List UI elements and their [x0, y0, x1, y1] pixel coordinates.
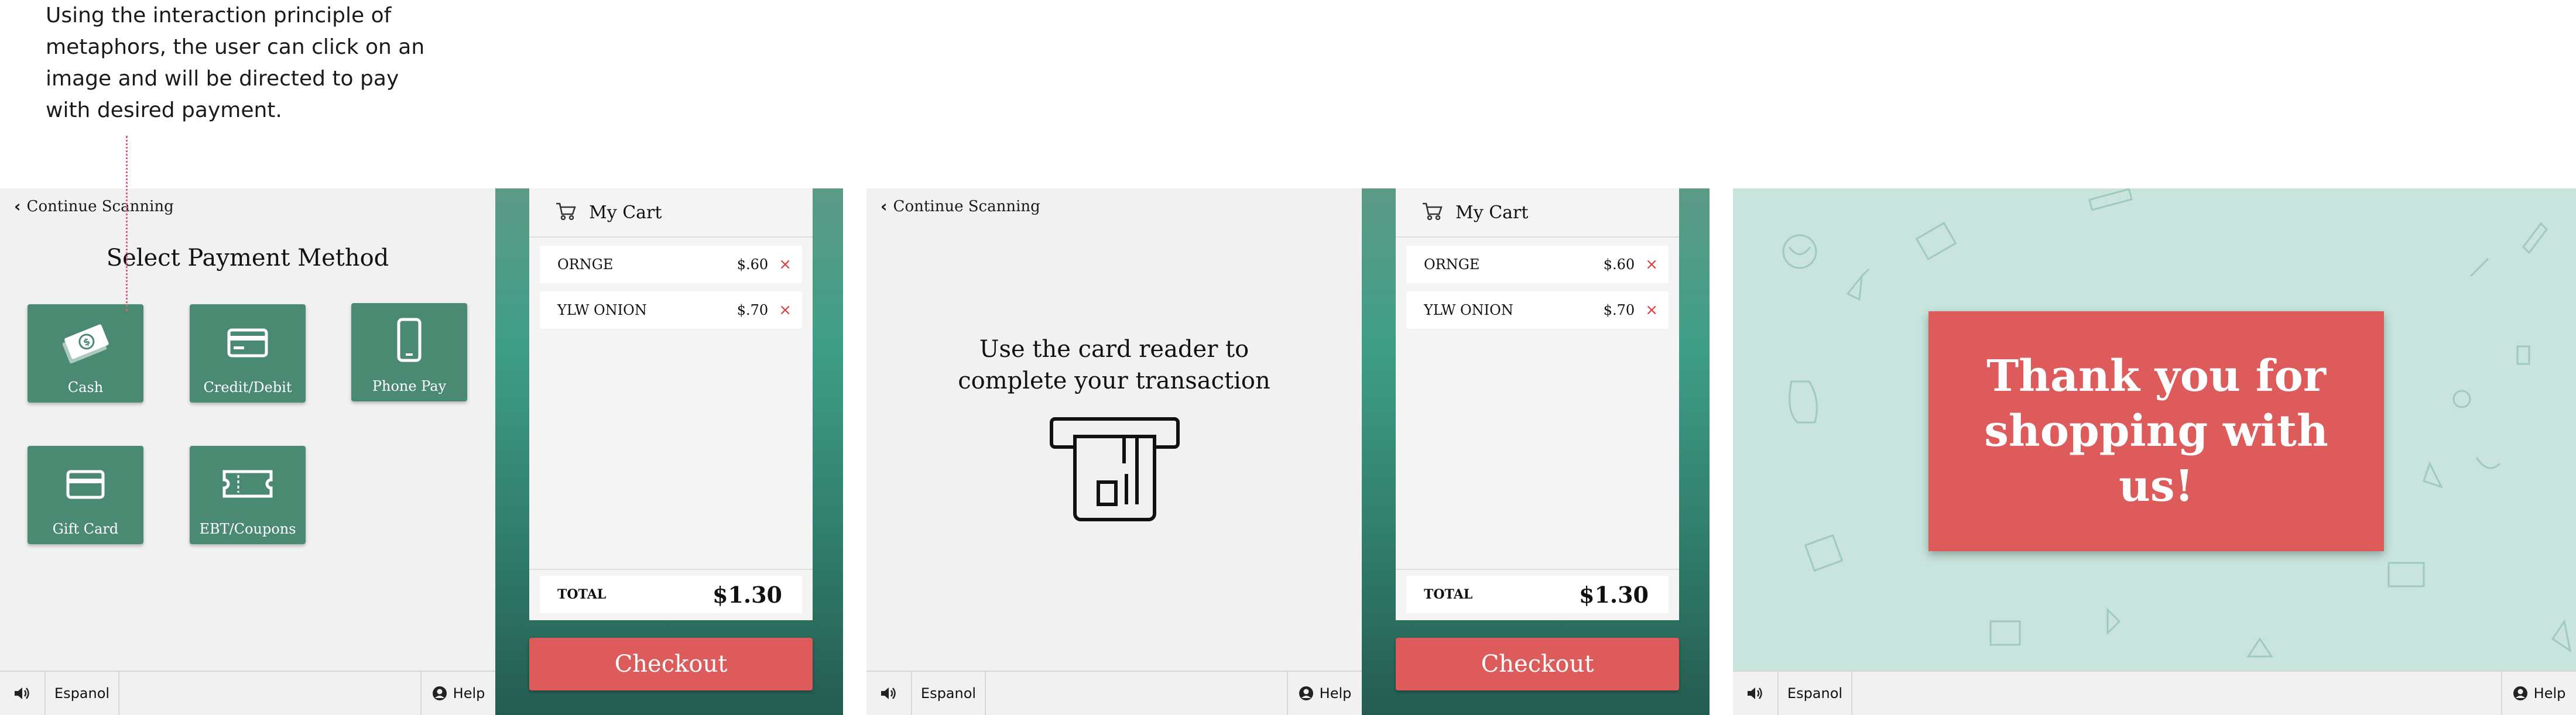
cart-panel: My Cart ORNGE $.60 × YLW ONION $.70 × TO… [529, 188, 813, 620]
payment-option-label: Credit/Debit [203, 379, 292, 396]
payment-option-credit-debit[interactable]: Credit/Debit [190, 304, 306, 403]
item-name: ORNGE [1424, 256, 1480, 273]
credit-card-icon [190, 322, 306, 363]
checkout-button[interactable]: Checkout [1396, 638, 1679, 690]
payment-option-label: Cash [67, 379, 104, 396]
footer-bar: Espanol Help [1733, 671, 2576, 715]
message-line: complete your transaction [958, 367, 1270, 394]
user-circle-icon [432, 686, 447, 700]
cart-panel: My Cart ORNGE $.60 × YLW ONION $.70 × TO… [1396, 188, 1679, 620]
cash-icon: $ [28, 322, 143, 367]
total-value: $1.30 [712, 581, 782, 608]
cart-title: My Cart [589, 202, 662, 223]
remove-item-icon[interactable]: × [779, 256, 792, 273]
card-reader-icon [1049, 417, 1180, 524]
shopping-cart-icon [555, 201, 577, 224]
cart-item: YLW ONION $.70 × [1406, 291, 1669, 329]
item-name: YLW ONION [1424, 302, 1513, 318]
payment-option-label: Gift Card [52, 521, 119, 537]
footer-bar: Espanol Help [866, 671, 1362, 715]
volume-button[interactable] [0, 672, 46, 715]
item-price: $.70 [1603, 302, 1635, 318]
message-line: Use the card reader to [979, 336, 1249, 363]
page-title: Select Payment Method [106, 245, 389, 271]
coupon-icon [190, 463, 306, 504]
item-name: ORNGE [557, 256, 614, 273]
total-label: TOTAL [1424, 587, 1473, 602]
total-row: TOTAL $1.30 [1406, 576, 1669, 613]
help-label: Help [453, 685, 485, 702]
payment-option-gift-card[interactable]: Gift Card [28, 446, 143, 544]
language-button[interactable]: Espanol [912, 672, 986, 715]
total-label: TOTAL [557, 587, 607, 602]
remove-item-icon[interactable]: × [1645, 301, 1658, 319]
speaker-icon [1748, 688, 1762, 699]
checkout-button[interactable]: Checkout [529, 638, 813, 690]
item-name: YLW ONION [557, 302, 647, 318]
annotation-line: metaphors, the user can click on an [46, 35, 425, 59]
language-button[interactable]: Espanol [46, 672, 119, 715]
cart-header: My Cart [529, 188, 813, 238]
speaker-icon [15, 688, 29, 699]
language-button[interactable]: Espanol [1779, 672, 1852, 715]
help-label: Help [1319, 685, 1352, 702]
cart-header: My Cart [1396, 188, 1679, 238]
payment-option-phone-pay[interactable]: Phone Pay [351, 303, 467, 401]
help-label: Help [2533, 685, 2566, 702]
total-section: TOTAL $1.30 [529, 569, 813, 621]
payment-option-label: EBT/Coupons [199, 521, 296, 537]
payment-option-ebt-coupons[interactable]: EBT/Coupons [190, 446, 306, 544]
thank-you-card: Thank you for shopping with us! [1928, 311, 2384, 551]
cart-title: My Cart [1455, 202, 1529, 223]
annotation-line: image and will be directed to pay [46, 67, 399, 91]
shopping-cart-icon [1421, 201, 1444, 224]
total-row: TOTAL $1.30 [540, 576, 802, 613]
user-circle-icon [2513, 686, 2527, 700]
payment-area: ‹ Continue Scanning Select Payment Metho… [0, 188, 495, 672]
item-price: $.70 [737, 302, 769, 318]
chevron-left-icon: ‹ [881, 197, 888, 216]
card-reader-message: Use the card reader to complete your tra… [866, 334, 1362, 397]
chevron-left-icon: ‹ [14, 197, 21, 216]
item-price: $.60 [1603, 256, 1635, 273]
annotation-connector [126, 136, 128, 311]
continue-scanning-label: Continue Scanning [26, 197, 174, 215]
total-value: $1.30 [1579, 581, 1649, 608]
help-button[interactable]: Help [1287, 672, 1362, 715]
item-price: $.60 [737, 256, 769, 273]
continue-scanning-label: Continue Scanning [893, 197, 1040, 215]
annotation-line: Using the interaction principle of [46, 4, 392, 28]
remove-item-icon[interactable]: × [779, 301, 792, 319]
help-button[interactable]: Help [2501, 672, 2576, 715]
card-reader-screen: ‹ Continue Scanning Use the card reader … [866, 188, 1710, 715]
card-reader-area: ‹ Continue Scanning Use the card reader … [866, 188, 1362, 672]
payment-option-cash[interactable]: $ Cash [28, 304, 143, 403]
cart-item: YLW ONION $.70 × [540, 291, 802, 329]
user-circle-icon [1299, 686, 1313, 700]
volume-button[interactable] [1733, 672, 1779, 715]
thank-you-message: Thank you for shopping with us! [1951, 349, 2361, 514]
thank-you-line: shopping with us! [1984, 406, 2328, 511]
remove-item-icon[interactable]: × [1645, 256, 1658, 273]
payment-option-label: Phone Pay [372, 378, 447, 394]
help-button[interactable]: Help [420, 672, 495, 715]
thank-you-line: Thank you for [1986, 351, 2326, 401]
phone-icon [351, 316, 467, 365]
annotation-note: Using the interaction principle of metap… [46, 0, 444, 126]
volume-button[interactable] [866, 672, 912, 715]
thank-you-screen: Thank you for shopping with us! Espanol … [1733, 188, 2576, 715]
continue-scanning-link[interactable]: ‹ Continue Scanning [881, 197, 1040, 216]
cart-item: ORNGE $.60 × [1406, 246, 1669, 283]
footer-bar: Espanol Help [0, 671, 495, 715]
continue-scanning-link[interactable]: ‹ Continue Scanning [14, 197, 174, 216]
gift-card-icon [28, 463, 143, 504]
cart-item: ORNGE $.60 × [540, 246, 802, 283]
speaker-icon [881, 688, 896, 699]
annotation-line: with desired payment. [46, 98, 282, 122]
total-section: TOTAL $1.30 [1396, 569, 1679, 621]
